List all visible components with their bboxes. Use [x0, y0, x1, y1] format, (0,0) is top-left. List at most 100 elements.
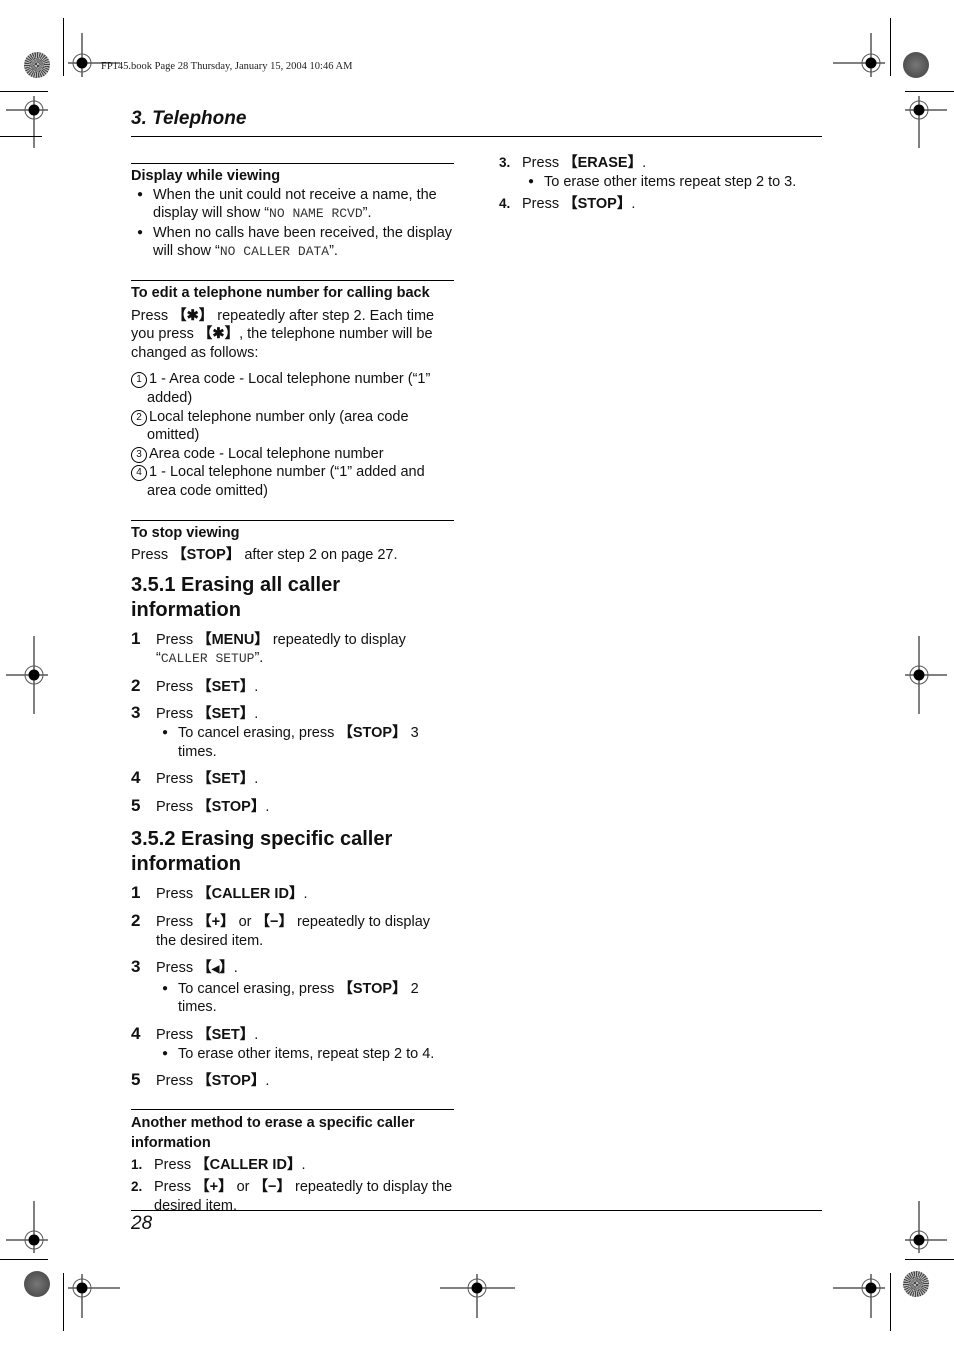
step-number: 2: [131, 911, 141, 931]
text: To cancel erasing, press: [178, 980, 339, 997]
key-bracket-close: 】: [239, 706, 255, 723]
key-bracket-open: 【: [197, 678, 212, 695]
crosshair-icon: [905, 636, 947, 714]
key-bracket-close: 】: [627, 155, 643, 171]
text: Press: [156, 1027, 198, 1043]
text: .: [254, 706, 259, 723]
section-heading: Display while viewing: [131, 168, 281, 184]
caller-id-key: CALLER ID: [211, 886, 289, 903]
plus-key-icon: +: [209, 1179, 219, 1196]
stop-key: STOP: [352, 980, 393, 997]
set-key: SET: [211, 771, 240, 788]
text: repeatedly to display: [268, 631, 406, 648]
section-title-3-5-1: 3.5.1 Erasing all caller information: [131, 573, 341, 621]
key-bracket-open: 【: [172, 307, 187, 324]
key-bracket-close: 】: [220, 914, 235, 931]
text: .: [642, 155, 647, 171]
text: ”.: [329, 243, 338, 260]
circled-number: 2: [131, 409, 147, 426]
key-bracket-close: 】: [219, 960, 234, 977]
circled-number: 4: [131, 465, 147, 482]
key-bracket-close: 】: [239, 678, 255, 695]
crosshair-icon: [6, 1201, 48, 1253]
step: 2 Press 【+】 or 【−】 repeatedly to display…: [131, 911, 454, 950]
text: Press: [154, 1156, 196, 1173]
text: or: [232, 1179, 254, 1196]
display-text: NO CALLER DATA: [219, 244, 330, 260]
text: Area code - Local telephone number: [149, 445, 384, 462]
key-bracket-open: 【: [172, 547, 187, 564]
key-bracket-open: 【: [197, 1073, 212, 1090]
key-bracket-close: 】: [286, 1156, 302, 1173]
text: Press: [522, 196, 564, 213]
text: .: [254, 771, 259, 788]
section-heading: To stop viewing: [131, 524, 240, 541]
trim-mark: [890, 1273, 891, 1331]
trim-mark: [0, 136, 42, 137]
step: 4 Press 【SET】. To erase other items, rep…: [131, 1024, 454, 1063]
key-bracket-close: 】: [239, 771, 255, 788]
text: .: [254, 678, 259, 695]
stop-key: STOP: [577, 196, 617, 213]
text: .: [254, 1027, 259, 1043]
trim-mark: [905, 1259, 954, 1260]
text: Press: [131, 547, 173, 564]
key-bracket-close: 】: [225, 547, 241, 564]
step-note: To cancel erasing, press 【STOP】 3 times.: [156, 724, 454, 761]
display-text: NO NAME RCVD: [269, 206, 363, 222]
crosshair-icon: [833, 1274, 885, 1318]
text: Press: [156, 706, 198, 723]
step: 1 Press 【CALLER ID】.: [131, 883, 454, 904]
key-bracket-open: 【: [563, 155, 578, 171]
crosshair-icon: [833, 33, 885, 77]
key-bracket-open: 【: [195, 1156, 210, 1173]
step-number: 3: [131, 703, 141, 723]
step-number: 4: [131, 1024, 141, 1043]
trim-mark: [0, 1259, 48, 1260]
key-bracket-close: 】: [224, 326, 240, 343]
color-registration-rosette-icon: [903, 1271, 929, 1297]
key-bracket-close: 】: [254, 631, 269, 648]
steps-3-5-1: 1 Press 【MENU】 repeatedly to display “CA…: [131, 629, 454, 817]
step: 4 Press 【SET】.: [131, 769, 454, 789]
key-bracket-open: 【: [197, 798, 212, 815]
text: .: [265, 1073, 270, 1090]
key-bracket-open: 【: [197, 914, 212, 931]
trim-mark: [890, 18, 891, 76]
step: 5 Press 【STOP】.: [131, 796, 454, 817]
erase-key: ERASE: [577, 155, 628, 171]
chapter-title: 3. Telephone: [131, 108, 247, 129]
text: .: [265, 798, 270, 815]
text: Press: [131, 307, 173, 324]
key-bracket-close: 】: [392, 980, 407, 997]
plus-key-icon: +: [211, 914, 221, 931]
key-bracket-close: 】: [278, 914, 293, 931]
color-registration-rosette-icon: [24, 1271, 50, 1297]
page-number: 28: [131, 1213, 153, 1234]
step: 3 Press 【SET】. To cancel erasing, press …: [131, 703, 454, 761]
text: Local telephone number only (area code o…: [147, 408, 409, 444]
step-number: 3: [131, 957, 141, 977]
text: Press: [156, 631, 198, 648]
list-item: 2 Local telephone number only (area code …: [131, 408, 454, 445]
key-bracket-close: 】: [616, 196, 632, 213]
key-bracket-close: 】: [392, 725, 407, 742]
step: 1. Press 【CALLER ID】.: [131, 1156, 454, 1175]
step-number: 4.: [499, 196, 511, 212]
key-bracket-open: 【: [338, 980, 353, 997]
trim-mark: [63, 1273, 64, 1331]
stop-key: STOP: [211, 1073, 251, 1090]
text: Press: [522, 155, 564, 171]
list-item: 3 Area code - Local telephone number: [131, 445, 454, 464]
text: Press: [156, 960, 198, 977]
stop-key: STOP: [352, 725, 393, 742]
circled-number: 1: [131, 372, 147, 389]
text: Press: [156, 886, 198, 903]
caller-id-key: CALLER ID: [209, 1156, 287, 1173]
circled-number: 3: [131, 446, 147, 463]
step-number: 1: [131, 883, 141, 903]
crosshair-icon: [6, 96, 48, 148]
section-heading: Another method to erase a specific calle…: [131, 1114, 415, 1151]
text: To cancel erasing, press: [178, 725, 339, 742]
book-file-info: FP145.book Page 28 Thursday, January 15,…: [101, 61, 353, 72]
